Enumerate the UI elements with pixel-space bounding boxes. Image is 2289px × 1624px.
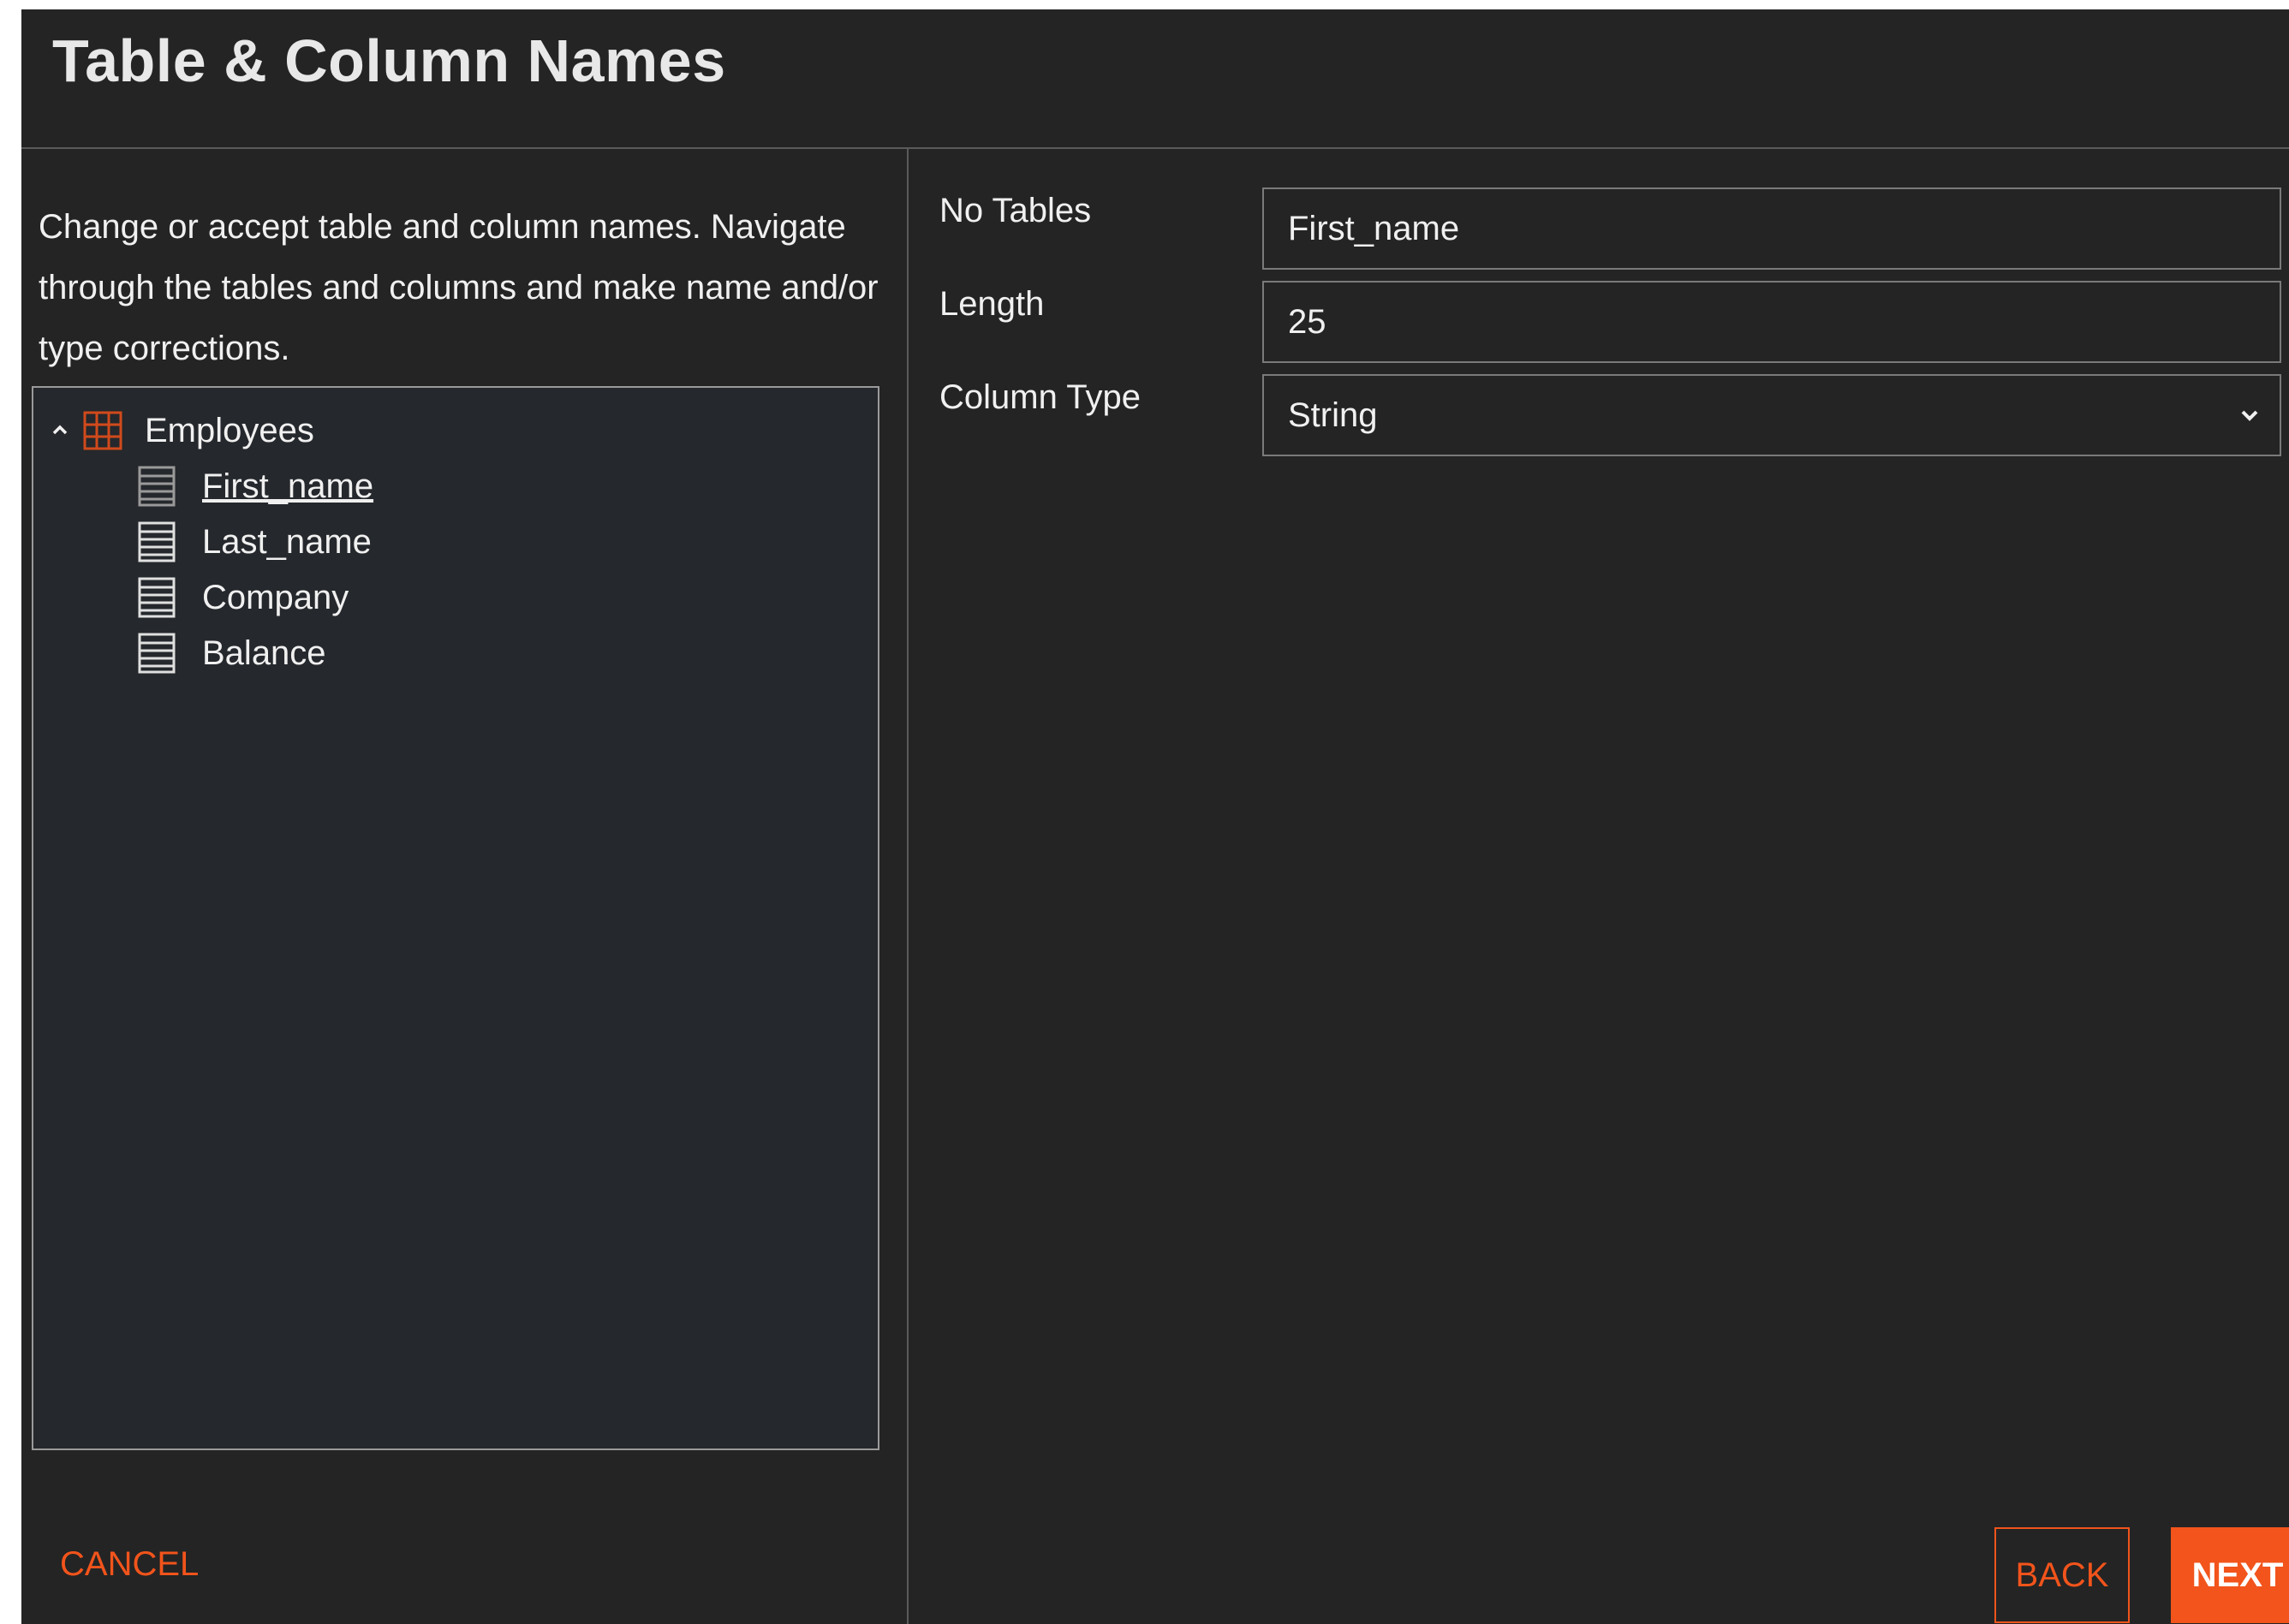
properties-pane: No Tables Length Column Type String xyxy=(909,149,2289,1624)
column-icon xyxy=(138,633,176,674)
next-button[interactable]: NEXT xyxy=(2171,1527,2289,1623)
tree-node-label: Last_name xyxy=(202,522,372,561)
column-type-label: Column Type xyxy=(939,378,1141,416)
name-input[interactable] xyxy=(1262,187,2281,270)
length-input[interactable] xyxy=(1262,281,2281,363)
tree-node-first-name[interactable]: First_name xyxy=(138,461,373,512)
tree-node-balance[interactable]: Balance xyxy=(138,628,326,679)
table-column-names-dialog: Table & Column Names Change or accept ta… xyxy=(21,9,2289,1624)
tree-node-label: Employees xyxy=(145,411,314,449)
tree-node-employees[interactable]: Employees xyxy=(45,405,314,456)
table-grid-icon xyxy=(83,411,122,450)
dialog-header: Table & Column Names xyxy=(21,9,2289,149)
chevron-down-icon xyxy=(2237,402,2262,428)
tree-node-company[interactable]: Company xyxy=(138,572,349,623)
tree-node-last-name[interactable]: Last_name xyxy=(138,516,372,568)
tree-node-label: First_name xyxy=(202,467,374,505)
length-field-label: Length xyxy=(939,285,1045,323)
chevron-up-icon[interactable] xyxy=(45,416,75,445)
dialog-title: Table & Column Names xyxy=(52,27,726,94)
name-field-label: No Tables xyxy=(939,192,1092,229)
tree-node-label: Company xyxy=(202,578,349,616)
cancel-button[interactable]: CANCEL xyxy=(60,1545,199,1584)
column-icon xyxy=(138,521,176,562)
column-type-value: String xyxy=(1288,396,1378,434)
column-type-select[interactable]: String xyxy=(1262,374,2281,456)
back-button[interactable]: BACK xyxy=(1994,1527,2130,1623)
table-tree: Employees First_name Last_name Company B… xyxy=(32,386,879,1450)
tree-node-label: Balance xyxy=(202,634,326,672)
column-icon xyxy=(138,466,176,507)
instructions-text: Change or accept table and column names.… xyxy=(39,208,879,367)
tree-pane: Change or accept table and column names.… xyxy=(21,149,909,1624)
column-icon xyxy=(138,577,176,618)
